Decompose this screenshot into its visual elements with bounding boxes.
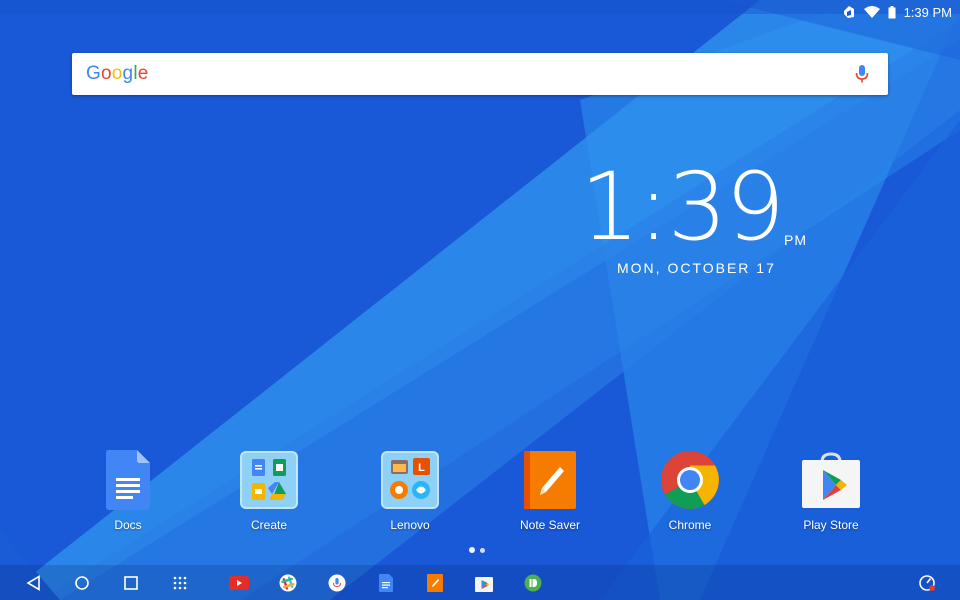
note-saver-icon [520,450,580,510]
play-store-icon [801,450,861,510]
app-drawer-icon[interactable] [170,573,190,593]
clock-date: MON, OCTOBER 17 [617,260,776,276]
docs-icon [98,450,158,510]
docs-icon[interactable] [376,573,396,593]
google-logo: Google [86,63,149,84]
back-icon[interactable] [24,573,44,593]
page-dot[interactable] [480,548,485,553]
mic-icon[interactable] [850,62,874,86]
app-play-store[interactable]: Play Store [771,450,891,532]
battery-icon [888,5,896,19]
folder-lenovo-icon: L [380,450,440,510]
home-icon[interactable] [72,573,92,593]
app-label: Note Saver [519,518,581,532]
play-store-icon[interactable] [474,573,494,593]
app-note-saver[interactable]: Note Saver [490,450,610,532]
pushbullet-icon[interactable] [523,573,543,593]
navigation-bar [0,565,960,600]
home-app-row: Docs Create L Lenovo Note Saver Chrome P… [0,450,960,540]
wifi-icon [863,5,880,19]
app-label: Lenovo [390,518,430,532]
voice-search-icon[interactable] [327,573,347,593]
page-indicator [469,547,485,553]
note-saver-icon[interactable] [425,573,445,593]
status-bar: 1:39 PM [0,0,960,24]
app-label: Chrome [668,518,712,532]
slack-icon[interactable] [278,573,298,593]
app-label: Create [250,518,288,532]
app-label: Docs [114,518,142,532]
status-time: 1:39 PM [903,4,952,20]
app-chrome[interactable]: Chrome [630,450,750,532]
speed-icon[interactable] [917,573,937,593]
youtube-icon[interactable] [229,573,249,593]
folder-create-icon [239,450,299,510]
folder-lenovo[interactable]: L Lenovo [350,450,470,532]
chrome-icon [660,450,720,510]
page-dot-active[interactable] [469,547,475,553]
notification-icon [842,5,856,19]
clock-time: 1:39 [580,153,785,262]
app-docs[interactable]: Docs [68,450,188,532]
google-search-bar[interactable]: Google [72,53,888,95]
recents-icon[interactable] [121,573,141,593]
clock-ampm: PM [784,232,807,248]
folder-create[interactable]: Create [209,450,329,532]
svg-text:L: L [418,462,425,474]
app-label: Play Store [803,518,859,532]
